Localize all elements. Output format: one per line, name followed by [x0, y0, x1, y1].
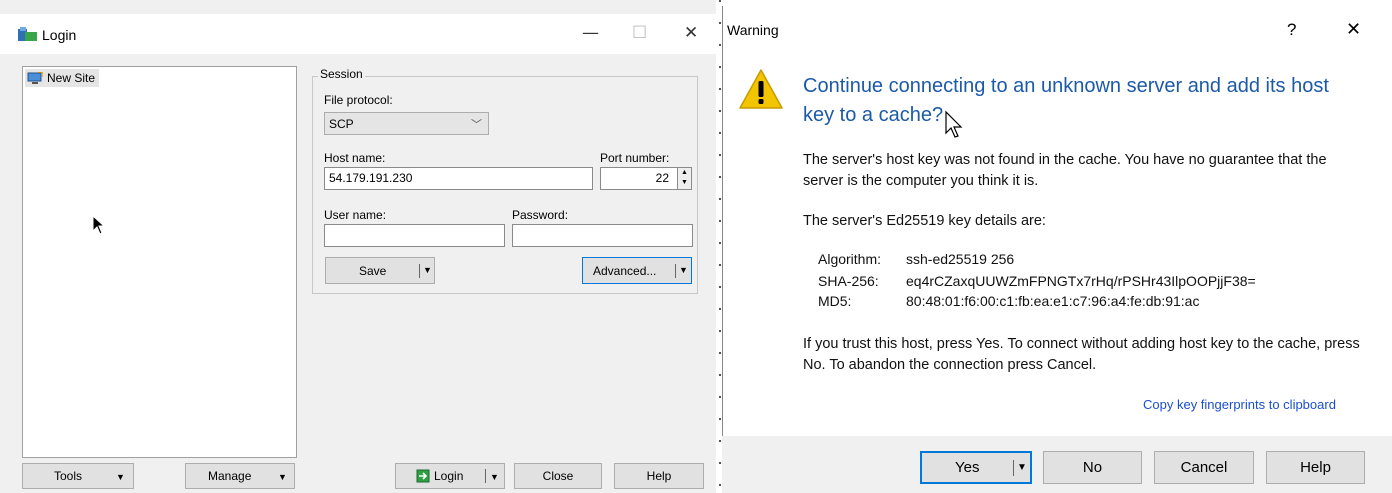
host-name-label: Host name: — [324, 151, 386, 165]
detail-value-sha256: eq4rCZaxqUUWZmFPNGTx7rHq/rPSHr43IlpOOPjj… — [906, 273, 1256, 289]
password-input[interactable] — [512, 224, 693, 247]
dropdown-arrow-icon: ▼ — [278, 472, 287, 482]
file-protocol-value: SCP — [329, 117, 354, 131]
tools-button[interactable]: Tools ▼ — [22, 463, 134, 489]
port-spinner[interactable]: ▲ ▼ — [677, 167, 692, 190]
close-button-label: Close — [542, 469, 574, 483]
user-name-label: User name: — [324, 208, 387, 222]
dropdown-arrow-icon: ▼ — [1017, 462, 1027, 473]
host-name-input[interactable]: 54.179.191.230 — [324, 167, 593, 190]
advanced-button-label: Advanced... — [593, 263, 657, 278]
login-button-label: Login — [434, 469, 464, 483]
warning-help-footer-button[interactable]: Help — [1266, 451, 1365, 484]
close-window-button[interactable]: ✕ — [684, 23, 698, 43]
detail-key-sha256: SHA-256: — [818, 273, 879, 289]
advanced-button[interactable]: Advanced... ▼ — [582, 257, 692, 284]
site-item-label: New Site — [47, 71, 96, 85]
mouse-pointer-icon — [945, 110, 963, 138]
session-legend: Session — [318, 67, 365, 81]
copy-fingerprints-link[interactable]: Copy key fingerprints to clipboard — [1143, 397, 1336, 412]
warning-title: Warning — [727, 22, 779, 38]
password-label: Password: — [512, 208, 569, 222]
yes-button[interactable]: Yes ▼ — [920, 451, 1032, 484]
monitor-icon — [27, 71, 43, 84]
site-item-new-site[interactable]: New Site — [25, 69, 100, 87]
save-button-label: Save — [359, 263, 387, 278]
login-titlebar — [0, 14, 716, 54]
chevron-down-icon: ﹀ — [471, 119, 482, 131]
close-button[interactable]: Close — [514, 463, 602, 489]
help-footer-button-label: Help — [1300, 459, 1331, 476]
detail-value-md5: 80:48:01:f6:00:c1:fb:ea:e1:c7:96:a4:fe:d… — [906, 293, 1200, 309]
help-button-label: Help — [646, 469, 672, 483]
no-button[interactable]: No — [1043, 451, 1142, 484]
file-protocol-label: File protocol: — [324, 93, 393, 107]
warning-help-button[interactable]: ? — [1287, 20, 1296, 40]
login-icon — [416, 469, 430, 483]
port-number-label: Port number: — [600, 151, 670, 165]
manage-button-label: Manage — [208, 469, 252, 483]
help-button[interactable]: Help — [614, 463, 704, 489]
detail-key-md5: MD5: — [818, 293, 852, 309]
site-list[interactable]: New Site — [22, 66, 297, 458]
dropdown-arrow-icon: ▼ — [679, 265, 688, 275]
cancel-button[interactable]: Cancel — [1154, 451, 1254, 484]
tools-button-label: Tools — [54, 469, 83, 483]
file-protocol-select[interactable]: SCP ﹀ — [324, 112, 489, 135]
save-button[interactable]: Save ▼ — [325, 257, 435, 284]
warning-icon — [739, 69, 783, 109]
maximize-button[interactable]: ☐ — [632, 23, 647, 43]
warning-close-button[interactable]: ✕ — [1346, 19, 1361, 40]
dropdown-arrow-icon: ▼ — [423, 265, 432, 275]
yes-button-label: Yes — [955, 459, 980, 476]
mouse-cursor-icon — [92, 215, 106, 235]
minimize-button[interactable]: — — [582, 23, 599, 43]
user-name-input[interactable] — [324, 224, 505, 247]
detail-key-algorithm: Algorithm: — [818, 251, 882, 267]
detail-value-algorithm: ssh-ed25519 256 — [906, 251, 1015, 267]
no-button-label: No — [1082, 459, 1103, 476]
dropdown-arrow-icon: ▼ — [116, 472, 125, 482]
warning-paragraph-1: The server's host key was not found in t… — [803, 152, 1327, 189]
warning-heading: Continue connecting to an unknown server… — [803, 75, 1329, 126]
cancel-button-label: Cancel — [1180, 459, 1228, 476]
winscp-app-icon — [18, 27, 37, 41]
login-button[interactable]: Login ▼ — [395, 463, 505, 489]
warning-paragraph-2: The server's Ed25519 key details are: — [803, 213, 1046, 229]
port-number-input[interactable]: 22 — [600, 167, 678, 190]
login-title: Login — [42, 27, 77, 43]
dropdown-arrow-icon: ▼ — [490, 472, 499, 482]
manage-button[interactable]: Manage ▼ — [185, 463, 295, 489]
warning-paragraph-3: If you trust this host, press Yes. To co… — [803, 336, 1360, 373]
